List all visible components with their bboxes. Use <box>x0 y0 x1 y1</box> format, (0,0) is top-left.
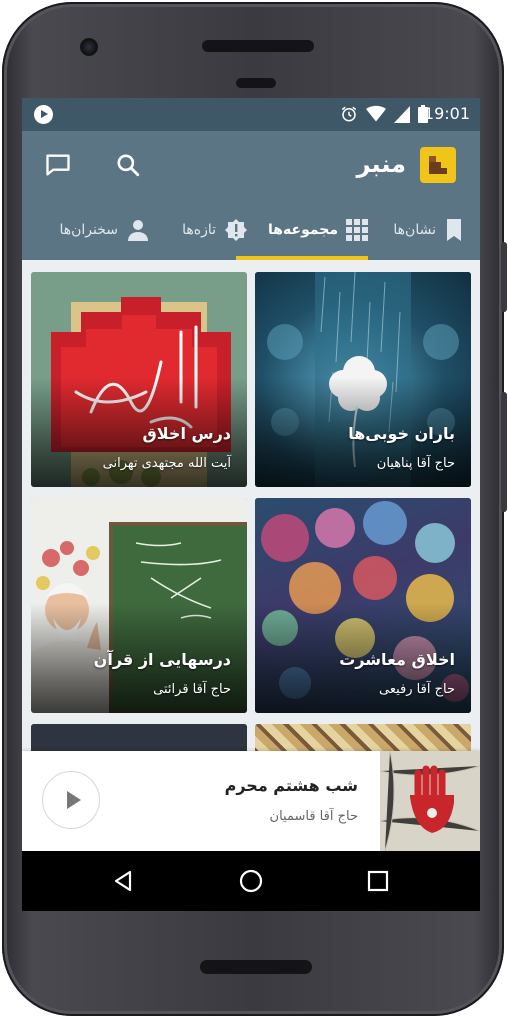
tab-label: تازه‌ها <box>182 221 216 238</box>
earpiece-speaker <box>202 40 314 52</box>
tab-bookmarks[interactable]: نشان‌ها <box>393 199 464 260</box>
navigation-bar <box>22 851 480 911</box>
card-title: باران خوبی‌ها <box>348 424 455 443</box>
grid-icon <box>346 218 368 241</box>
alarm-icon <box>341 106 357 122</box>
play-button[interactable] <box>42 771 100 829</box>
collections-grid: باران خوبی‌ها حاج آقا پناهیان <box>22 260 480 764</box>
front-camera <box>80 38 98 56</box>
now-playing-artwork <box>380 751 480 851</box>
wifi-icon <box>366 105 386 122</box>
tab-bar: نشان‌ها مجموعه‌ها تازه‌ها سخنران‌ها <box>22 199 480 260</box>
chat-icon[interactable] <box>42 149 74 181</box>
signal-icon <box>394 106 410 123</box>
new-badge-icon <box>225 218 247 241</box>
tab-speakers[interactable]: سخنران‌ها <box>59 199 150 260</box>
card-title: اخلاق معاشرت <box>339 650 455 669</box>
now-playing-speaker: حاج آقا قاسمیان <box>269 809 358 824</box>
power-button <box>501 392 507 512</box>
card-title: درسهایی از قرآن <box>93 650 231 669</box>
home-icon[interactable] <box>236 866 266 896</box>
play-notification-icon <box>34 105 53 124</box>
now-playing-bar[interactable]: شب هشتم محرم حاج آقا قاسمیان <box>22 751 480 851</box>
card-title: درس اخلاق <box>142 424 231 443</box>
collection-card[interactable]: باران خوبی‌ها حاج آقا پناهیان <box>255 272 471 487</box>
card-speaker: حاج آقا قرائتی <box>153 682 231 697</box>
tab-label: مجموعه‌ها <box>268 221 338 238</box>
app-bar: منبر <box>22 131 480 199</box>
app-logo <box>420 147 456 183</box>
screen: 19:01 منبر نشان‌ها مجموعه‌ها تازه‌ها س <box>22 98 480 911</box>
back-icon[interactable] <box>108 866 138 896</box>
tab-label: سخنران‌ها <box>59 221 118 238</box>
card-speaker: آیت الله مجتهدی تهرانی <box>102 456 231 471</box>
bookmark-icon <box>447 218 461 241</box>
app-title: منبر <box>356 150 406 178</box>
status-time: 19:01 <box>423 104 470 123</box>
tab-collections[interactable]: مجموعه‌ها <box>268 199 368 260</box>
card-speaker: حاج آقا پناهیان <box>376 456 455 471</box>
search-icon[interactable] <box>112 149 144 181</box>
person-icon <box>128 219 148 241</box>
now-playing-title: شب هشتم محرم <box>224 776 358 795</box>
bottom-speaker <box>200 960 312 974</box>
collection-card[interactable]: اخلاق معاشرت حاج آقا رفیعی <box>255 498 471 713</box>
card-speaker: حاج آقا رفیعی <box>379 682 455 697</box>
proximity-sensor <box>236 78 276 88</box>
status-icons <box>340 104 428 124</box>
tab-new[interactable]: تازه‌ها <box>182 199 248 260</box>
status-bar: 19:01 <box>22 98 480 131</box>
volume-button <box>501 242 507 312</box>
collection-card[interactable]: درسهایی از قرآن حاج آقا قرائتی <box>31 498 247 713</box>
collection-card[interactable]: درس اخلاق آیت الله مجتهدی تهرانی <box>31 272 247 487</box>
tab-label: نشان‌ها <box>393 221 436 238</box>
recents-icon[interactable] <box>363 866 393 896</box>
